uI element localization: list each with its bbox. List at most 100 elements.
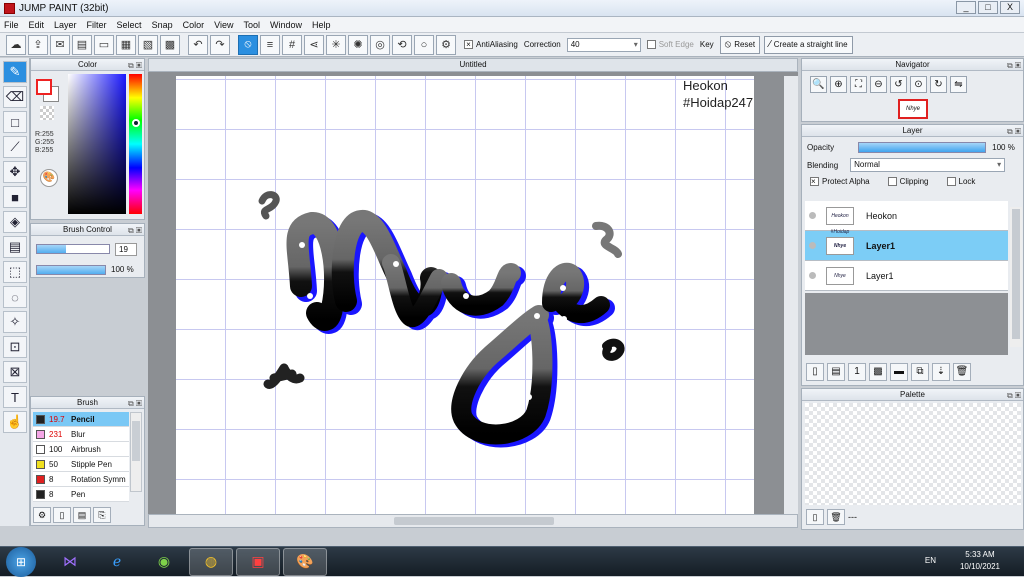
- close-button[interactable]: X: [1000, 1, 1020, 14]
- new-brush-icon[interactable]: ▯: [53, 507, 71, 523]
- rectangle-tool-icon[interactable]: □: [3, 111, 27, 133]
- canvas-horizontal-scrollbar[interactable]: [148, 514, 798, 528]
- radial-snap-icon[interactable]: ✳: [326, 34, 346, 55]
- panel-float-icon[interactable]: ⧉ ▣: [1007, 390, 1021, 401]
- brush-list-item[interactable]: 19.7 Pencil: [33, 412, 129, 427]
- brush-settings-icon[interactable]: ⚙: [33, 507, 51, 523]
- canvas-scroll-thumb[interactable]: [394, 517, 554, 525]
- brush-size-value[interactable]: 19: [115, 243, 137, 256]
- ellipse-snap-icon[interactable]: ○: [414, 34, 434, 55]
- panel-float-icon[interactable]: ⧉ ▣: [128, 225, 142, 236]
- saturation-value-picker[interactable]: [68, 74, 126, 214]
- brush-size-slider[interactable]: [36, 244, 110, 254]
- layer-opacity-slider[interactable]: [858, 142, 987, 153]
- fill-rect-tool-icon[interactable]: ■: [3, 186, 27, 208]
- snap-settings-icon[interactable]: ⚙: [436, 34, 456, 55]
- clipping-checkbox[interactable]: [887, 177, 897, 186]
- brush-opacity-slider[interactable]: [36, 265, 106, 275]
- windows-start-icon[interactable]: ⊞: [6, 546, 36, 577]
- zoom-out-icon[interactable]: ⊖: [870, 76, 887, 93]
- palette-icon[interactable]: 🎨: [40, 169, 58, 187]
- new-folder-icon[interactable]: ▬: [890, 363, 908, 381]
- brush-list-item[interactable]: 100 Airbrush: [33, 442, 129, 457]
- merge-layer-icon[interactable]: ⇣: [932, 363, 950, 381]
- perspective-snap-icon[interactable]: ⋖: [304, 34, 324, 55]
- gradient-tool-icon[interactable]: ▤: [3, 236, 27, 258]
- new-1bit-layer-icon[interactable]: 1: [848, 363, 866, 381]
- brush-copy-icon[interactable]: ⎘: [93, 507, 111, 523]
- flip-horizontal-icon[interactable]: ⇋: [950, 76, 967, 93]
- straight-line-button[interactable]: ∕ Create a straight line: [764, 35, 853, 54]
- visual-studio-taskbar-icon[interactable]: ⋈: [48, 548, 92, 576]
- palette-swatch-area[interactable]: [805, 403, 1021, 505]
- layer-row[interactable]: Heokon #Hoidap Heokon: [805, 201, 1008, 235]
- comic-layout-icon[interactable]: ▩: [160, 34, 180, 55]
- layer-visibility-icon[interactable]: [809, 272, 816, 279]
- panel-float-icon[interactable]: ⧉ ▣: [128, 60, 142, 71]
- foreground-color-front[interactable]: [36, 79, 52, 95]
- cloud-icon[interactable]: ☁: [6, 34, 26, 55]
- select-pen-tool-icon[interactable]: ⊡: [3, 336, 27, 358]
- share-icon[interactable]: ⇪: [28, 34, 48, 55]
- language-indicator[interactable]: EN: [925, 556, 936, 565]
- soft-edge-checkbox[interactable]: [646, 40, 656, 49]
- concentric-circle-icon[interactable]: ◎: [370, 34, 390, 55]
- menu-window[interactable]: Window: [270, 20, 302, 30]
- menu-edit[interactable]: Edit: [29, 20, 45, 30]
- menu-layer[interactable]: Layer: [54, 20, 77, 30]
- chrome-taskbar-icon[interactable]: ◍: [189, 547, 233, 576]
- maximize-button[interactable]: □: [978, 1, 998, 14]
- antialiasing-checkbox[interactable]: ×: [464, 40, 473, 49]
- canvas-vertical-scrollbar[interactable]: [784, 76, 798, 514]
- zoom-icon[interactable]: 🔍: [810, 76, 827, 93]
- new-halftone-layer-icon[interactable]: ▤: [827, 363, 845, 381]
- tab-untitled[interactable]: Untitled: [148, 58, 798, 72]
- rotate-reset-icon[interactable]: ⊙: [910, 76, 927, 93]
- duplicate-layer-icon[interactable]: ⧉: [911, 363, 929, 381]
- minimize-button[interactable]: _: [956, 1, 976, 14]
- lock-toggle[interactable]: Lock: [946, 177, 975, 186]
- radial-line-icon[interactable]: ✺: [348, 34, 368, 55]
- layer-visibility-icon[interactable]: [809, 242, 816, 249]
- line-tool-icon[interactable]: ⟋: [3, 136, 27, 158]
- text-tool-icon[interactable]: T: [3, 386, 27, 408]
- drawing-canvas[interactable]: Heokon #Hoidap247: [176, 76, 754, 514]
- protect-alpha-checkbox[interactable]: ×: [810, 177, 819, 186]
- grid-snap-icon[interactable]: #: [282, 34, 302, 55]
- layer-list-scrollbar[interactable]: [1010, 207, 1022, 347]
- panel-float-icon[interactable]: ⧉ ▣: [128, 398, 142, 409]
- menu-tool[interactable]: Tool: [243, 20, 260, 30]
- undo-icon[interactable]: ↶: [188, 34, 208, 55]
- brush-list-scrollbar[interactable]: [130, 412, 142, 492]
- menu-color[interactable]: Color: [183, 20, 205, 30]
- move-tool-icon[interactable]: ✥: [3, 161, 27, 183]
- eraser-tool-icon[interactable]: ⌫: [3, 86, 27, 108]
- new-layer-icon[interactable]: ▯: [806, 363, 824, 381]
- lasso-tool-icon[interactable]: ◌: [3, 286, 27, 308]
- rect-select-tool-icon[interactable]: ⬚: [3, 261, 27, 283]
- brush-list-item[interactable]: 8 Rotation Symm: [33, 472, 129, 487]
- menu-help[interactable]: Help: [312, 20, 331, 30]
- layer-visibility-icon[interactable]: [809, 212, 816, 219]
- menu-file[interactable]: File: [4, 20, 19, 30]
- menu-snap[interactable]: Snap: [152, 20, 173, 30]
- paint-taskbar-icon[interactable]: 🎨: [283, 547, 327, 576]
- layer-row[interactable]: Nhye Layer1: [805, 261, 1008, 291]
- parallel-snap-icon[interactable]: ≡: [260, 34, 280, 55]
- page-icon[interactable]: ▭: [94, 34, 114, 55]
- antialiasing-toggle[interactable]: × AntiAliasing: [464, 40, 518, 49]
- jump-paint-taskbar-icon[interactable]: ▣: [236, 547, 280, 576]
- brush-list-item[interactable]: 8 Pen: [33, 487, 129, 502]
- coccoc-browser-taskbar-icon[interactable]: ◉: [142, 548, 186, 576]
- system-clock[interactable]: 5:33 AM 10/10/2021: [960, 549, 1000, 573]
- clipping-toggle[interactable]: Clipping: [887, 177, 929, 186]
- brush-list-item[interactable]: 231 Blur: [33, 427, 129, 442]
- brush-menu-icon[interactable]: ▤: [73, 507, 91, 523]
- transparent-color-swatch[interactable]: [40, 106, 54, 120]
- delete-layer-icon[interactable]: 🗑: [953, 363, 971, 381]
- new-8bit-layer-icon[interactable]: ▩: [869, 363, 887, 381]
- canvas-workspace[interactable]: Heokon #Hoidap247: [148, 72, 798, 514]
- bucket-tool-icon[interactable]: ◈: [3, 211, 27, 233]
- curve-snap-icon[interactable]: ⟲: [392, 34, 412, 55]
- hand-tool-icon[interactable]: ☝: [3, 411, 27, 433]
